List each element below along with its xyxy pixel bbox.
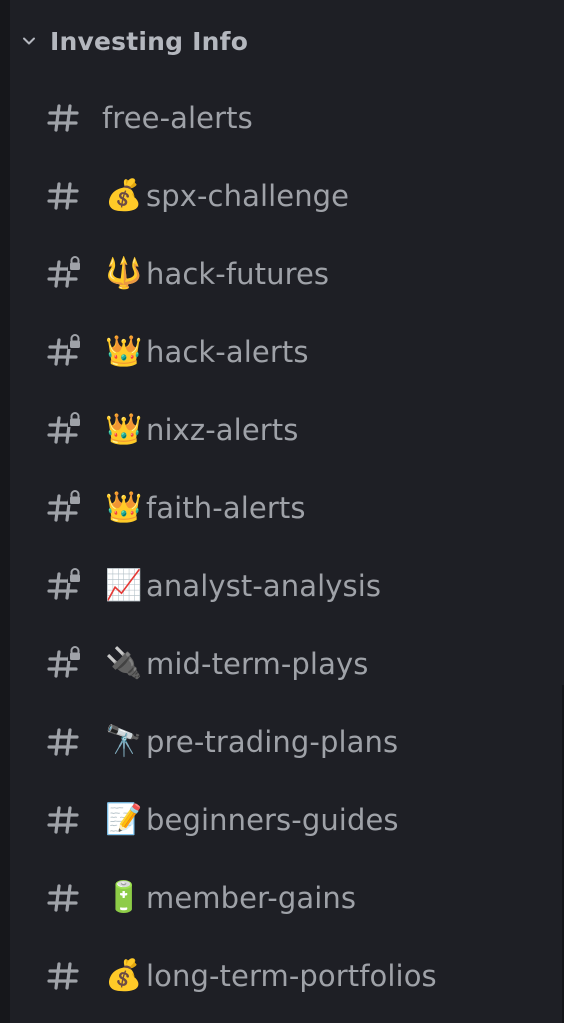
channel-item-spx-challenge[interactable]: 💰 spx-challenge bbox=[10, 157, 555, 235]
chevron-down-icon bbox=[23, 37, 35, 45]
channel-emoji: 👑 bbox=[105, 412, 143, 447]
channel-emoji: 📈 bbox=[105, 568, 143, 603]
channel-item-hack-alerts[interactable]: 👑 hack-alerts bbox=[10, 313, 555, 391]
channel-emoji: 💰 bbox=[105, 958, 143, 993]
hashtag-lock-icon bbox=[46, 568, 82, 604]
channel-name: beginners-guides bbox=[146, 803, 399, 837]
channel-emoji: 🔋 bbox=[105, 880, 143, 915]
channel-item-beginners-guides[interactable]: 📝 beginners-guides bbox=[10, 781, 555, 859]
hashtag-icon bbox=[46, 178, 82, 214]
channel-item-analyst-analysis[interactable]: 📈 analyst-analysis bbox=[10, 547, 555, 625]
channel-item-member-gains[interactable]: 🔋 member-gains bbox=[10, 859, 555, 937]
channel-emoji: 👑 bbox=[105, 490, 143, 525]
channel-item-faith-alerts[interactable]: 👑 faith-alerts bbox=[10, 469, 555, 547]
channel-name: free-alerts bbox=[102, 101, 253, 135]
channel-emoji: 👑 bbox=[105, 334, 143, 369]
channel-name: long-term-portfolios bbox=[146, 959, 437, 993]
channel-name: nixz-alerts bbox=[146, 413, 299, 447]
channel-name: analyst-analysis bbox=[146, 569, 382, 603]
channel-emoji: 🔱 bbox=[105, 256, 143, 291]
channel-name: hack-alerts bbox=[146, 335, 309, 369]
hashtag-icon bbox=[46, 724, 82, 760]
channel-name: spx-challenge bbox=[146, 179, 350, 213]
channel-item-pre-trading-plans[interactable]: 🔭 pre-trading-plans bbox=[10, 703, 555, 781]
channel-emoji: 🔭 bbox=[105, 724, 143, 759]
channel-emoji: 💰 bbox=[105, 178, 143, 213]
hashtag-icon bbox=[46, 958, 82, 994]
channel-list: free-alerts 💰 spx-challenge 🔱 hack-futures 👑 h… bbox=[10, 79, 555, 1015]
server-list-edge bbox=[0, 0, 10, 1023]
channel-name: pre-trading-plans bbox=[146, 725, 399, 759]
channel-item-free-alerts[interactable]: free-alerts bbox=[10, 79, 555, 157]
channel-item-mid-term-plays[interactable]: 🔌 mid-term-plays bbox=[10, 625, 555, 703]
hashtag-lock-icon bbox=[46, 256, 82, 292]
category-title: Investing Info bbox=[50, 26, 249, 56]
hashtag-icon bbox=[46, 802, 82, 838]
hashtag-lock-icon bbox=[46, 490, 82, 526]
channel-item-hack-futures[interactable]: 🔱 hack-futures bbox=[10, 235, 555, 313]
channel-name: faith-alerts bbox=[146, 491, 306, 525]
hashtag-lock-icon bbox=[46, 412, 82, 448]
channel-name: hack-futures bbox=[146, 257, 330, 291]
hashtag-icon bbox=[46, 880, 82, 916]
channel-item-nixz-alerts[interactable]: 👑 nixz-alerts bbox=[10, 391, 555, 469]
hashtag-icon bbox=[46, 100, 82, 136]
hashtag-lock-icon bbox=[46, 334, 82, 370]
channel-name: mid-term-plays bbox=[146, 647, 369, 681]
category-investing-info[interactable]: Investing Info bbox=[10, 18, 550, 64]
channel-item-long-term-portfolios[interactable]: 💰 long-term-portfolios bbox=[10, 937, 555, 1015]
channel-name: member-gains bbox=[146, 881, 357, 915]
channel-emoji: 📝 bbox=[105, 802, 143, 837]
hashtag-lock-icon bbox=[46, 646, 82, 682]
channel-emoji: 🔌 bbox=[105, 646, 143, 681]
